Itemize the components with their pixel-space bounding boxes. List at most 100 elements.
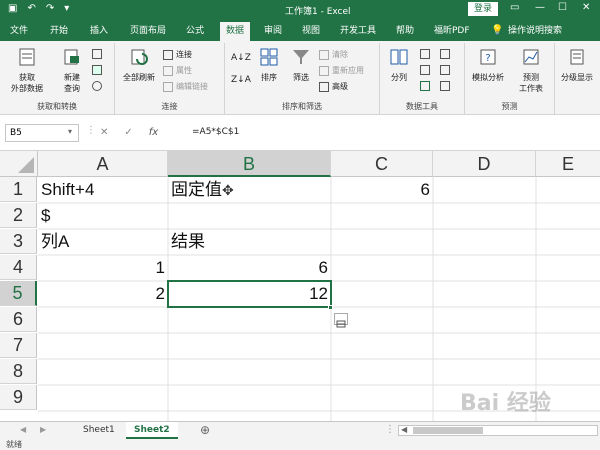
new-query-button[interactable]: 新建 查询 (56, 45, 88, 94)
tab-foxit-pdf[interactable]: 福昕PDF (428, 22, 476, 41)
cell-a4[interactable]: 1 (38, 255, 168, 280)
tab-view[interactable]: 视图 (296, 22, 326, 41)
row-header-4[interactable]: 4 (0, 255, 37, 280)
connections-label: 连接 (176, 50, 192, 59)
clear-button[interactable]: 清除 (319, 49, 348, 60)
save-icon[interactable]: ▣ (8, 3, 17, 15)
group-outline: 分级显示 (555, 43, 600, 114)
cell-b5[interactable]: 12 (168, 281, 331, 306)
forecast-sheet-button[interactable]: 预测 工作表 (513, 45, 549, 94)
formula-bar-icons: ✕ ✓ fx (100, 127, 158, 138)
flash-fill-icon[interactable] (420, 49, 430, 59)
tab-home[interactable]: 开始 (44, 22, 74, 41)
column-header-d[interactable]: D (433, 151, 536, 177)
cell-c1[interactable]: 6 (331, 177, 433, 202)
quick-analysis-icon[interactable] (334, 313, 348, 328)
properties-label: 属性 (176, 66, 192, 75)
scroll-sheets-right-icon[interactable]: ▶ (40, 425, 46, 434)
properties-button[interactable]: 属性 (163, 65, 192, 76)
cell-a1[interactable]: Shift+4 (38, 177, 168, 202)
sheet-tab-sheet1[interactable]: Sheet1 (75, 422, 123, 439)
redo-icon[interactable]: ↷ (46, 3, 54, 15)
reapply-button[interactable]: 重新应用 (319, 65, 364, 76)
what-if-analysis-button[interactable]: ? 模拟分析 (467, 45, 509, 83)
row-header-2[interactable]: 2 (0, 203, 37, 228)
column-header-b[interactable]: B (168, 151, 331, 177)
relationships-icon[interactable] (440, 65, 450, 75)
text-to-columns-button[interactable]: 分列 (384, 45, 414, 83)
fill-handle[interactable] (328, 305, 333, 310)
cell-cursor-icon: ✥ (222, 182, 234, 198)
tab-review[interactable]: 审阅 (258, 22, 288, 41)
advanced-button[interactable]: 高级 (319, 81, 348, 92)
cell-a2[interactable]: $ (38, 203, 168, 228)
recent-sources-icon[interactable] (92, 81, 102, 91)
cell-b3[interactable]: 结果 (168, 229, 331, 254)
filter-button[interactable]: 筛选 (287, 45, 315, 83)
sheet-tab-sheet2[interactable]: Sheet2 (126, 422, 178, 439)
cell-b1-text: 固定值 (171, 180, 222, 199)
row-header-6[interactable]: 6 (0, 307, 37, 332)
edit-links-icon (163, 81, 173, 92)
row-header-8[interactable]: 8 (0, 359, 37, 384)
tab-formulas[interactable]: 公式 (180, 22, 210, 41)
cell-a5[interactable]: 2 (38, 281, 168, 306)
horizontal-scrollbar[interactable]: ◀ (398, 425, 598, 436)
refresh-all-label: 全部刷新 (123, 73, 155, 82)
properties-icon (163, 65, 173, 76)
edit-links-button[interactable]: 编辑链接 (163, 81, 208, 92)
data-model-icon[interactable] (440, 81, 450, 91)
clear-icon (319, 49, 329, 60)
undo-icon[interactable]: ↶ (27, 3, 35, 15)
consolidate-icon[interactable] (440, 49, 450, 59)
row-header-1[interactable]: 1 (0, 177, 37, 202)
sort-descending-icon[interactable]: Z↓A (231, 75, 251, 85)
row-header-5[interactable]: 5 (0, 281, 37, 306)
data-validation-icon[interactable] (420, 81, 430, 91)
row-header-3[interactable]: 3 (0, 229, 37, 254)
cell-a3[interactable]: 列A (38, 229, 168, 254)
column-header-a[interactable]: A (38, 151, 168, 177)
show-queries-icon[interactable] (92, 49, 102, 59)
tab-splitter-icon[interactable]: ⋮ (385, 424, 395, 435)
column-header-c[interactable]: C (331, 151, 433, 177)
insert-function-icon[interactable]: fx (149, 127, 158, 138)
from-table-icon[interactable] (92, 65, 102, 75)
tab-file[interactable]: 文件 (4, 22, 34, 41)
close-icon[interactable]: ✕ (582, 2, 590, 13)
connections-button[interactable]: 连接 (163, 49, 192, 60)
ribbon: 获取 外部数据 新建 查询 获取和转换 全部刷新 连接 属性 编辑链接 连接 A… (0, 41, 600, 115)
cell-b1[interactable]: 固定值✥ (168, 177, 331, 202)
name-box-dropdown-icon[interactable]: ▾ (68, 127, 72, 136)
column-header-e[interactable]: E (536, 151, 600, 177)
scroll-left-icon[interactable]: ◀ (401, 425, 407, 434)
get-external-data-button[interactable]: 获取 外部数据 (2, 45, 52, 94)
tab-data[interactable]: 数据 (220, 22, 251, 41)
tab-page-layout[interactable]: 页面布局 (124, 22, 172, 41)
row-header-7[interactable]: 7 (0, 333, 37, 358)
enter-icon[interactable]: ✓ (124, 127, 132, 138)
refresh-all-button[interactable]: 全部刷新 (119, 45, 159, 83)
ribbon-options-icon[interactable]: ▭ (510, 2, 519, 13)
remove-duplicates-icon[interactable] (420, 65, 430, 75)
sort-ascending-icon[interactable]: A↓Z (231, 53, 251, 63)
worksheet-grid: A B C D E 1 2 3 4 5 6 7 8 9 Shift+4 固定值✥ (0, 151, 600, 421)
login-button[interactable]: 登录 (468, 2, 498, 16)
minimize-icon[interactable]: — (535, 2, 545, 13)
tab-insert[interactable]: 插入 (84, 22, 114, 41)
outline-button[interactable]: 分级显示 (557, 45, 597, 83)
customize-qat-icon[interactable]: ▾ (64, 3, 69, 15)
scrollbar-thumb[interactable] (413, 427, 483, 434)
cell-b4[interactable]: 6 (168, 255, 331, 280)
formula-input[interactable]: =A5*$C$1 (192, 127, 239, 137)
sort-button[interactable]: 排序 (255, 45, 283, 83)
add-sheet-icon[interactable]: ⊕ (200, 423, 210, 437)
select-all-corner[interactable] (0, 151, 38, 177)
maximize-icon[interactable]: ☐ (558, 2, 567, 13)
tell-me-search[interactable]: 操作说明搜索 (502, 22, 568, 41)
scroll-sheets-left-icon[interactable]: ◀ (20, 425, 26, 434)
tab-help[interactable]: 帮助 (390, 22, 420, 41)
row-header-9[interactable]: 9 (0, 385, 37, 410)
tab-developer[interactable]: 开发工具 (334, 22, 382, 41)
cancel-icon[interactable]: ✕ (100, 127, 108, 138)
